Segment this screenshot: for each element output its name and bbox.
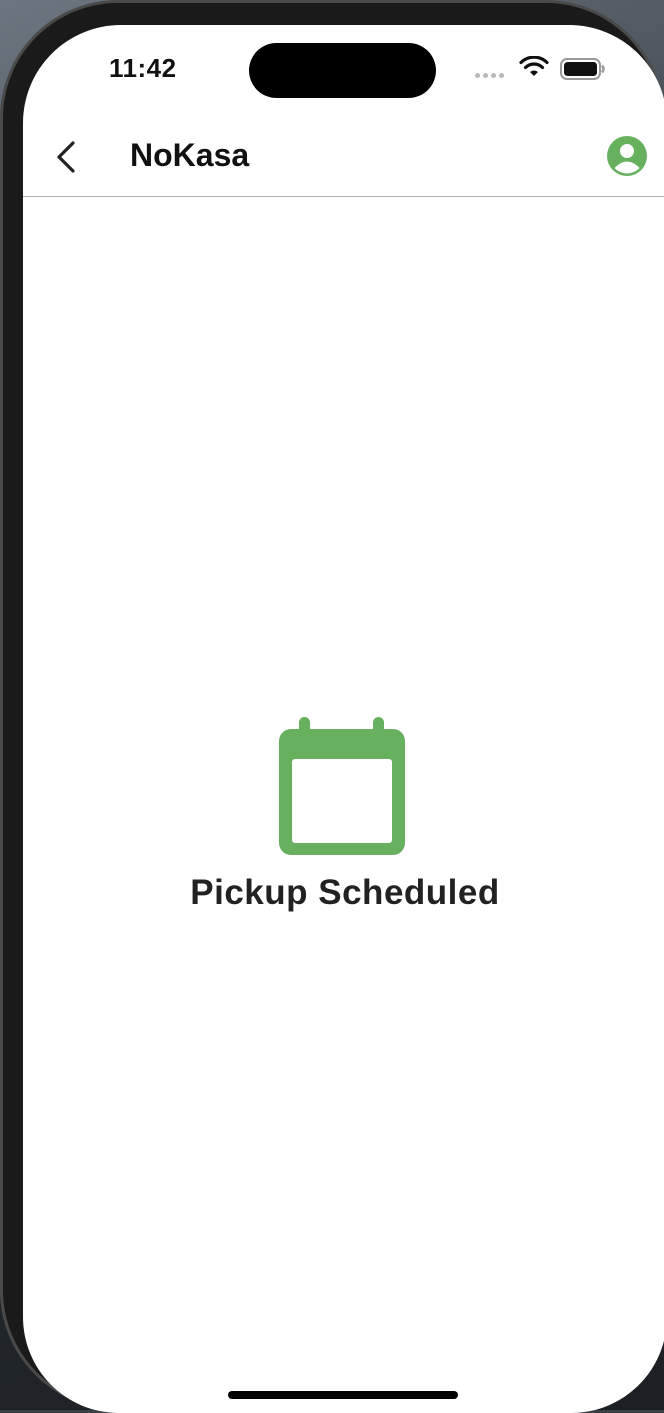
back-button[interactable] [51,137,81,177]
home-indicator[interactable] [228,1391,458,1399]
status-bar: 11:42 [23,25,664,115]
user-circle-icon[interactable] [606,135,648,177]
main-content: Pickup Scheduled [23,197,664,1413]
phone-frame: 11:42 NoKasa Pickup Scheduled [0,0,664,1413]
pickup-status-message: Pickup Scheduled [190,873,500,912]
wifi-icon [519,56,549,76]
status-time: 11:42 [109,53,177,83]
dynamic-island [249,43,436,98]
battery-icon [560,58,605,80]
app-title: NoKasa [130,137,250,173]
calendar-icon [279,717,405,855]
chevron-left-icon [57,141,75,173]
cellular-signal-icon [475,73,504,78]
navigation-bar: NoKasa [23,115,664,197]
app-screen: 11:42 NoKasa Pickup Scheduled [23,25,664,1413]
